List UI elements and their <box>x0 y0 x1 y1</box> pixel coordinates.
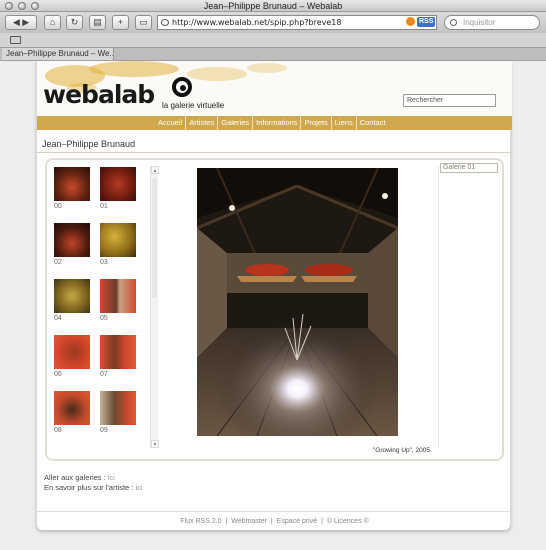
footer-rss-link[interactable]: Flux RSS 2.0 <box>178 518 223 525</box>
site-globe-icon <box>161 19 169 26</box>
scroll-thumb[interactable] <box>152 178 157 298</box>
gallery-frame: 00 01 02 03 04 05 06 07 08 09 ▲ ▼ Galeri… <box>45 158 504 461</box>
thumbnail-label: 07 <box>100 371 108 378</box>
rss-badge[interactable]: RSS <box>417 17 436 27</box>
bookmarks-book-icon[interactable] <box>10 36 21 44</box>
footer-private-space-link[interactable]: Espace privé <box>275 518 319 525</box>
browser-toolbar: ◀ ▶ ⌂ ↻ ▤ + ▭ http://www.webalab.net/spi… <box>0 12 546 33</box>
galleries-text: Aller aux galeries : <box>44 473 108 482</box>
site-search-input[interactable]: Rechercher <box>403 94 496 107</box>
print-button[interactable]: ▤ <box>89 15 106 30</box>
forward-arrow-icon[interactable]: ▶ <box>22 17 29 27</box>
page-title: Jean–Philippe Brunaud <box>42 139 136 149</box>
site-tagline: la galerie virtuelle <box>162 101 225 110</box>
artwork-barn-light-icon <box>197 168 398 436</box>
printer-icon: ▤ <box>93 17 102 27</box>
scroll-up-icon[interactable]: ▲ <box>151 166 159 174</box>
page-links: Aller aux galeries : ici En savoir plus … <box>44 473 143 493</box>
footer-licences-link[interactable]: © Licences ® <box>325 518 371 525</box>
reload-icon-orange[interactable] <box>406 17 415 26</box>
menu-item-accueil[interactable]: Accueil <box>155 116 187 130</box>
thumbnail-label: 00 <box>54 203 62 210</box>
reload-button[interactable]: ↻ <box>66 15 83 30</box>
home-button[interactable]: ⌂ <box>44 15 61 30</box>
browser-search-placeholder[interactable]: Inquisitor <box>463 16 495 29</box>
site-header: webalab la galerie virtuelle Rechercher <box>37 61 512 116</box>
thumbnail-04[interactable] <box>54 279 90 313</box>
main-artwork-image <box>197 168 398 436</box>
window-title: Jean–Philippe Brunaud – Webalab <box>203 1 343 11</box>
site-logo[interactable]: webalab <box>43 80 155 109</box>
snapback-button[interactable]: ▭ <box>135 15 152 30</box>
menu-item-informations[interactable]: Informations <box>253 116 302 130</box>
address-text[interactable]: http://www.webalab.net/spip.php?breve18 <box>172 16 341 29</box>
home-icon: ⌂ <box>49 17 56 27</box>
artist-text: En savoir plus sur l'artiste : <box>44 483 136 492</box>
address-bar[interactable]: http://www.webalab.net/spip.php?breve18 <box>157 15 437 30</box>
browser-search-field[interactable]: Inquisitor <box>444 15 540 30</box>
thumbnail-label: 04 <box>54 315 62 322</box>
thumbnail-03[interactable] <box>100 223 136 257</box>
footer-webmaster-link[interactable]: Webmaster <box>229 518 269 525</box>
screen-icon: ▭ <box>139 17 148 27</box>
thumbnail-scrollbar[interactable]: ▲ ▼ <box>150 166 159 448</box>
tab-current[interactable]: Jean–Philippe Brunaud – We... <box>2 48 114 60</box>
thumbnail-08[interactable] <box>54 391 90 425</box>
thumbnail-00[interactable] <box>54 167 90 201</box>
page-container: webalab la galerie virtuelle Rechercher … <box>36 61 512 530</box>
thumbnail-label: 02 <box>54 259 62 266</box>
divider <box>438 166 439 448</box>
thumbnail-07[interactable] <box>100 335 136 369</box>
back-arrow-icon[interactable]: ◀ <box>13 17 20 27</box>
back-forward-buttons[interactable]: ◀ ▶ <box>5 15 37 30</box>
thumbnail-label: 03 <box>100 259 108 266</box>
thumbnail-label: 01 <box>100 203 108 210</box>
thumbnail-05[interactable] <box>100 279 136 313</box>
main-menu: Accueil Artistes Galeries Informations P… <box>37 116 512 130</box>
add-bookmark-button[interactable]: + <box>112 15 129 30</box>
menu-item-liens[interactable]: Liens <box>332 116 357 130</box>
menu-item-projets[interactable]: Projets <box>301 116 332 130</box>
artwork-caption: "Growing Up", 2005. <box>373 447 432 454</box>
thumbnail-01[interactable] <box>100 167 136 201</box>
thumbnail-label: 08 <box>54 427 62 434</box>
thumbnail-06[interactable] <box>54 335 90 369</box>
thumbnail-list: 00 01 02 03 04 05 06 07 08 09 <box>54 167 150 445</box>
magnifier-icon <box>450 19 457 26</box>
galleries-link[interactable]: ici <box>108 473 115 482</box>
menu-item-contact[interactable]: Contact <box>357 116 389 130</box>
menu-item-galeries[interactable]: Galeries <box>218 116 254 130</box>
menu-item-artistes[interactable]: Artistes <box>186 116 219 130</box>
eye-logo-icon <box>172 77 192 97</box>
bookmarks-bar <box>0 33 546 47</box>
thumbnail-02[interactable] <box>54 223 90 257</box>
thumbnail-label: 05 <box>100 315 108 322</box>
window-titlebar: Jean–Philippe Brunaud – Webalab <box>0 0 546 12</box>
scroll-down-icon[interactable]: ▼ <box>151 440 159 448</box>
tab-strip: Jean–Philippe Brunaud – We... <box>0 47 546 61</box>
site-footer: Flux RSS 2.0 | Webmaster | Espace privé … <box>37 511 512 530</box>
plus-icon: + <box>117 17 124 27</box>
gallery-label: Galerie 01 <box>440 163 498 173</box>
thumbnail-label: 06 <box>54 371 62 378</box>
artist-link[interactable]: ici <box>135 483 142 492</box>
thumbnail-09[interactable] <box>100 391 136 425</box>
page-viewport: webalab la galerie virtuelle Rechercher … <box>0 61 546 550</box>
thumbnail-label: 09 <box>100 427 108 434</box>
reload-icon: ↻ <box>70 17 79 27</box>
divider <box>37 152 512 153</box>
